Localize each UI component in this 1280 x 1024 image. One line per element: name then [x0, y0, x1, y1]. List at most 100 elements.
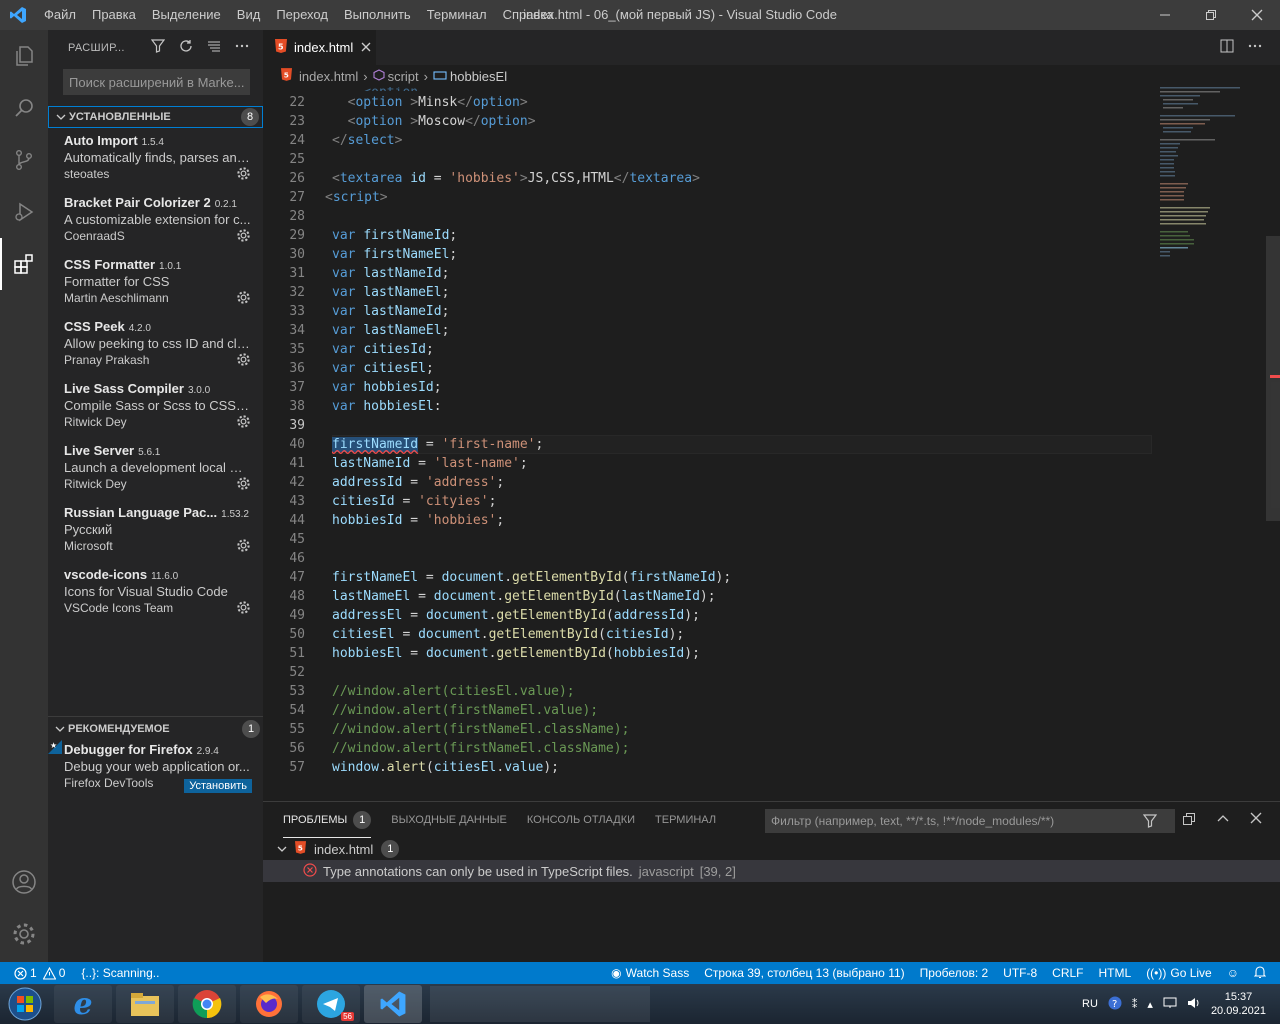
- recommended-section-header[interactable]: РЕКОМЕНДУЕМОЕ 1: [48, 718, 263, 740]
- extensions-search-input[interactable]: [63, 69, 250, 95]
- extension-item[interactable]: Bracket Pair Colorizer 2 0.2.1 A customiza…: [48, 190, 263, 252]
- menu-edit[interactable]: Правка: [84, 0, 144, 30]
- extension-item[interactable]: Russian Language Pac... 1.53.2 Русский Micr…: [48, 500, 263, 562]
- file-problem-count: 1: [381, 840, 400, 858]
- breadcrumb-file[interactable]: index.html: [299, 69, 358, 84]
- line-ending[interactable]: CRLF: [1052, 966, 1083, 980]
- problem-file-row[interactable]: 5 index.html 1: [263, 838, 1280, 860]
- manage-extension-gear-icon[interactable]: [236, 414, 251, 432]
- filter-icon[interactable]: [150, 39, 166, 56]
- menu-go[interactable]: Переход: [268, 0, 336, 30]
- manage-extension-gear-icon[interactable]: [236, 476, 251, 494]
- manage-extension-gear-icon[interactable]: [236, 228, 251, 246]
- close-panel-icon[interactable]: [1250, 812, 1262, 829]
- extension-item[interactable]: CSS Formatter 1.0.1 Formatter for CSS Marti…: [48, 252, 263, 314]
- more-actions-icon[interactable]: [1248, 39, 1262, 56]
- extension-version: 11.6.0: [151, 571, 179, 582]
- editor-scrollbar[interactable]: [1266, 236, 1280, 521]
- refresh-icon[interactable]: [179, 39, 193, 56]
- indentation[interactable]: Пробелов: 2: [920, 966, 989, 980]
- firefox-icon[interactable]: [240, 985, 298, 1023]
- breadcrumb-script[interactable]: script: [388, 69, 419, 84]
- extension-item[interactable]: CSS Peek 4.2.0 Allow peeking to css ID and…: [48, 314, 263, 376]
- error-icon: [14, 966, 27, 980]
- collapse-all-icon[interactable]: [1182, 812, 1196, 829]
- minimize-icon[interactable]: [1142, 0, 1188, 30]
- install-button[interactable]: Установить: [184, 779, 252, 793]
- network-icon[interactable]: [1163, 997, 1177, 1012]
- cursor-position[interactable]: Строка 39, столбец 13 (выбрано 11): [704, 966, 904, 980]
- tab-label: index.html: [294, 40, 354, 55]
- manage-gear-icon[interactable]: [0, 908, 48, 960]
- tab-problems[interactable]: ПРОБЛЕМЫ 1: [283, 802, 372, 838]
- tray-expand-icon[interactable]: ▴: [1147, 998, 1153, 1011]
- help-icon[interactable]: ?: [1108, 996, 1122, 1013]
- manage-extension-gear-icon[interactable]: [236, 290, 251, 308]
- telegram-icon[interactable]: 56: [302, 985, 360, 1023]
- clock-date: 20.09.2021: [1210, 1005, 1266, 1017]
- input-language[interactable]: RU: [1082, 998, 1098, 1010]
- menu-terminal[interactable]: Терминал: [419, 0, 495, 30]
- problems-filter-input[interactable]: [765, 809, 1175, 833]
- extension-item[interactable]: Live Server 5.6.1 Launch a development loc…: [48, 438, 263, 500]
- notifications-bell-icon[interactable]: [1253, 965, 1267, 981]
- run-debug-icon[interactable]: [0, 186, 48, 238]
- volume-icon[interactable]: [1187, 997, 1201, 1012]
- language-mode[interactable]: HTML: [1099, 966, 1132, 980]
- menu-selection[interactable]: Выделение: [144, 0, 229, 30]
- extension-item[interactable]: Live Sass Compiler 3.0.0 Compile Sass or S…: [48, 376, 263, 438]
- filter-icon[interactable]: [1142, 814, 1158, 831]
- clear-list-icon[interactable]: [207, 39, 221, 56]
- start-button[interactable]: [0, 985, 50, 1023]
- feedback-icon[interactable]: ☺: [1227, 966, 1239, 980]
- problems-status[interactable]: 1 0: [14, 966, 65, 980]
- internet-explorer-icon[interactable]: e: [54, 985, 112, 1023]
- tab-terminal[interactable]: ТЕРМИНАЛ: [655, 802, 716, 838]
- go-live-button[interactable]: ((•)) Go Live: [1146, 966, 1212, 980]
- search-icon[interactable]: [0, 82, 48, 134]
- file-explorer-icon[interactable]: [116, 985, 174, 1023]
- restore-icon[interactable]: [1188, 0, 1234, 30]
- manage-extension-gear-icon[interactable]: [236, 352, 251, 370]
- tab-output[interactable]: ВЫХОДНЫЕ ДАННЫЕ: [391, 802, 507, 838]
- minimap[interactable]: [1155, 87, 1265, 801]
- pin-icon[interactable]: ⁑: [1132, 998, 1138, 1011]
- tab-index-html[interactable]: 5 index.html: [263, 30, 376, 65]
- more-actions-icon[interactable]: [235, 39, 249, 56]
- installed-section-header[interactable]: УСТАНОВЛЕННЫЕ 8: [48, 106, 263, 128]
- code-line: var lastNameEl;: [332, 323, 450, 338]
- extension-item[interactable]: vscode-icons 11.6.0 Icons for Visual Studi…: [48, 562, 263, 624]
- manage-extension-gear-icon[interactable]: [236, 166, 251, 184]
- vscode-taskbar-icon[interactable]: [364, 985, 422, 1023]
- extension-publisher: CoenraadS: [64, 229, 125, 243]
- extension-item[interactable]: Auto Import 1.5.4 Automatically finds, par…: [48, 128, 263, 190]
- source-control-icon[interactable]: [0, 134, 48, 186]
- explorer-icon[interactable]: [0, 30, 48, 82]
- maximize-panel-icon[interactable]: [1216, 812, 1230, 829]
- accounts-icon[interactable]: [0, 856, 48, 908]
- menu-run[interactable]: Выполнить: [336, 0, 419, 30]
- tab-debug-console[interactable]: КОНСОЛЬ ОТЛАДКИ: [527, 802, 635, 838]
- manage-extension-gear-icon[interactable]: [236, 538, 251, 556]
- watch-sass-button[interactable]: ◉ Watch Sass: [611, 966, 689, 980]
- scanning-status[interactable]: {..}: Scanning..: [81, 966, 159, 980]
- menu-help[interactable]: Справка: [495, 0, 562, 30]
- menu-file[interactable]: Файл: [36, 0, 84, 30]
- code-editor[interactable]: 2122232425262728293031323334353637383940…: [263, 87, 1280, 801]
- extension-item-debugger-for-firefox[interactable]: ★ Debugger for Firefox 2.9.4 Debug your w…: [48, 740, 263, 802]
- line-number: 24: [289, 133, 305, 148]
- tab-close-icon[interactable]: [361, 40, 371, 55]
- menu-view[interactable]: Вид: [229, 0, 269, 30]
- chrome-icon[interactable]: [178, 985, 236, 1023]
- code-line: //window.alert(firstNameEl.className);: [332, 722, 630, 737]
- problem-row[interactable]: Type annotations can only be used in Typ…: [263, 860, 1280, 882]
- clock[interactable]: 15:37 20.09.2021: [1211, 990, 1266, 1018]
- breadcrumb-symbol[interactable]: hobbiesEl: [450, 69, 507, 84]
- manage-extension-gear-icon[interactable]: [236, 600, 251, 618]
- code-line: firstNameEl = document.getElementById(fi…: [332, 570, 732, 585]
- close-icon[interactable]: [1234, 0, 1280, 30]
- split-editor-icon[interactable]: [1220, 39, 1234, 56]
- extensions-icon[interactable]: [0, 238, 48, 290]
- extension-version: 1.5.4: [141, 137, 164, 148]
- encoding[interactable]: UTF-8: [1003, 966, 1037, 980]
